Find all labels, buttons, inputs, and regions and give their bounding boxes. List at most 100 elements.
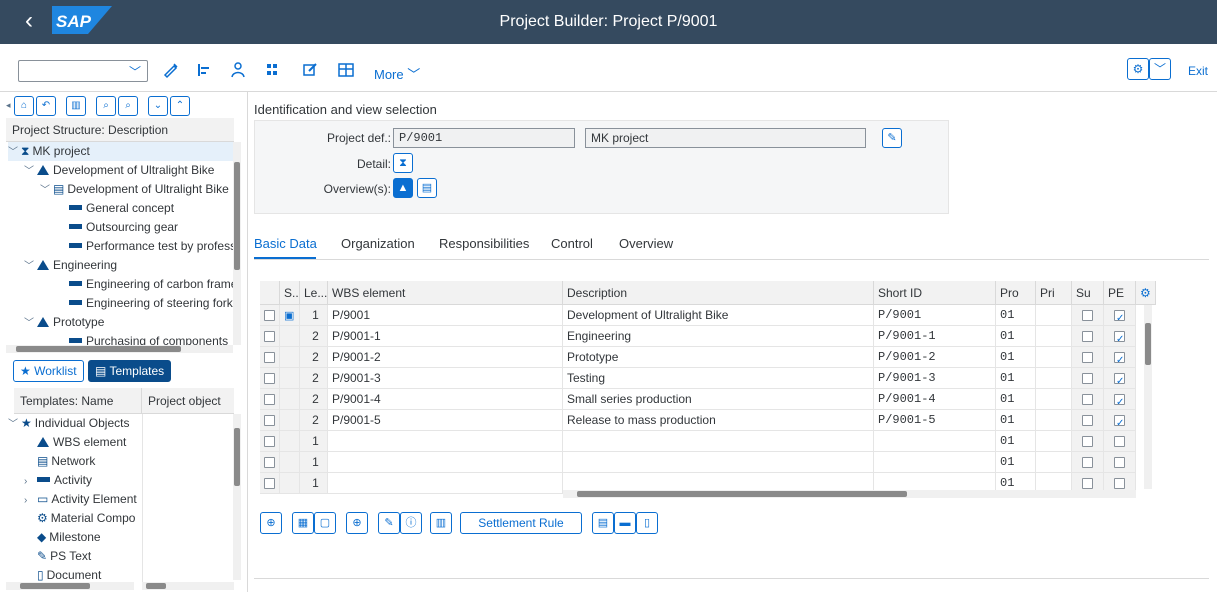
cell-le[interactable]: 2 <box>300 389 328 410</box>
checkbox[interactable] <box>1114 436 1125 447</box>
detail-button[interactable]: ⧗ <box>393 153 413 173</box>
row-select-checkbox[interactable] <box>260 473 280 494</box>
cell-su-checkbox[interactable] <box>1072 452 1104 473</box>
cell-pri[interactable] <box>1036 452 1072 473</box>
templates-hscroll-thumb[interactable] <box>20 583 90 589</box>
checkbox[interactable] <box>264 457 275 468</box>
cell-desc[interactable] <box>563 452 874 473</box>
edit-icon[interactable] <box>162 61 180 79</box>
tree-item[interactable]: ⚙ Material Compo <box>8 509 142 528</box>
table-icon[interactable] <box>337 61 355 79</box>
tree-vertical-scrollbar[interactable] <box>233 142 241 345</box>
cell-le[interactable]: 2 <box>300 326 328 347</box>
cell-short[interactable]: P/9001 <box>874 305 996 326</box>
cell-wbs[interactable]: P/9001-2 <box>328 347 563 368</box>
tree-item[interactable]: Performance test by professi <box>8 237 233 256</box>
cell-su-checkbox[interactable] <box>1072 368 1104 389</box>
cell-desc[interactable]: Prototype <box>563 347 874 368</box>
command-select[interactable]: ﹀ <box>18 60 148 82</box>
row-select-checkbox[interactable] <box>260 305 280 326</box>
cell-pe-checkbox[interactable] <box>1104 410 1136 431</box>
checkbox[interactable] <box>1114 371 1125 388</box>
cell-status[interactable] <box>280 410 300 431</box>
cell-le[interactable]: 1 <box>300 452 328 473</box>
cell-status[interactable] <box>280 452 300 473</box>
tree-hscroll-thumb[interactable] <box>16 346 181 352</box>
col-header-description[interactable]: Description <box>563 281 874 305</box>
expand-toggle-icon[interactable]: › <box>24 472 34 490</box>
exit-button[interactable]: Exit <box>1188 64 1208 78</box>
cell-pri[interactable] <box>1036 431 1072 452</box>
checkbox[interactable] <box>1082 352 1093 363</box>
tree-item[interactable]: ✎ PS Text <box>8 547 142 566</box>
checkbox[interactable] <box>264 310 275 321</box>
cell-status[interactable] <box>280 368 300 389</box>
cell-pri[interactable] <box>1036 389 1072 410</box>
more-menu[interactable]: More ﹀ <box>374 64 420 83</box>
checkbox[interactable] <box>1082 331 1093 342</box>
checkbox[interactable] <box>264 478 275 489</box>
org-chart-icon[interactable] <box>229 61 247 79</box>
cell-pe-checkbox[interactable] <box>1104 452 1136 473</box>
tree-item[interactable]: General concept <box>8 199 233 218</box>
tab-basic-data[interactable]: Basic Data <box>254 236 317 251</box>
expand-toggle-icon[interactable]: › <box>24 491 34 509</box>
cell-le[interactable]: 2 <box>300 347 328 368</box>
cell-le[interactable]: 1 <box>300 305 328 326</box>
tab-responsibilities[interactable]: Responsibilities <box>439 236 529 251</box>
checkbox[interactable] <box>1114 457 1125 468</box>
zoom-button[interactable]: ⊕ <box>260 512 282 534</box>
col-header-wbs[interactable]: WBS element <box>328 281 563 305</box>
expand-toggle-icon[interactable]: ﹀ <box>24 162 34 180</box>
wbs-overview-button[interactable]: ▲ <box>393 178 413 198</box>
cell-wbs[interactable]: P/9001-3 <box>328 368 563 389</box>
checkbox[interactable] <box>264 436 275 447</box>
back-button[interactable]: ‹ <box>14 7 44 37</box>
document-button[interactable]: ▯ <box>636 512 658 534</box>
cell-short[interactable]: P/9001-4 <box>874 389 996 410</box>
cell-desc[interactable]: Engineering <box>563 326 874 347</box>
col-header-su[interactable]: Su <box>1072 281 1104 305</box>
checkbox[interactable] <box>1082 310 1093 321</box>
checkbox[interactable] <box>1082 436 1093 447</box>
collapse-left-icon[interactable]: ◂ <box>6 100 11 111</box>
cell-pe-checkbox[interactable] <box>1104 389 1136 410</box>
row-select-checkbox[interactable] <box>260 431 280 452</box>
cell-le[interactable]: 2 <box>300 368 328 389</box>
col-header-short-id[interactable]: Short ID <box>874 281 996 305</box>
select-header[interactable] <box>260 281 280 305</box>
cell-desc[interactable]: Development of Ultralight Bike <box>563 305 874 326</box>
checkbox[interactable] <box>1082 457 1093 468</box>
options-dropdown-button[interactable]: ﹀ <box>1149 58 1171 80</box>
write-icon[interactable] <box>301 61 319 79</box>
cell-pri[interactable] <box>1036 410 1072 431</box>
cell-su-checkbox[interactable] <box>1072 326 1104 347</box>
delete-row-button[interactable]: ▥ <box>430 512 452 534</box>
cell-short[interactable]: P/9001-2 <box>874 347 996 368</box>
cell-le[interactable]: 1 <box>300 431 328 452</box>
row-select-checkbox[interactable] <box>260 410 280 431</box>
row-select-checkbox[interactable] <box>260 452 280 473</box>
network-button[interactable]: ▤ <box>592 512 614 534</box>
cell-status[interactable] <box>280 431 300 452</box>
templates-scroll-thumb[interactable] <box>234 428 240 486</box>
align-icon[interactable] <box>195 61 213 79</box>
cell-status[interactable] <box>280 326 300 347</box>
expand-toggle-icon[interactable]: ﹀ <box>8 143 18 161</box>
expand-toggle-icon[interactable]: ﹀ <box>40 181 50 199</box>
back-nav-button[interactable]: ↶ <box>36 96 56 116</box>
cell-wbs[interactable]: P/9001-5 <box>328 410 563 431</box>
row-select-checkbox[interactable] <box>260 326 280 347</box>
cell-status[interactable] <box>280 389 300 410</box>
cell-wbs[interactable] <box>328 431 563 452</box>
tree-item[interactable]: Engineering of steering fork <box>8 294 233 313</box>
table-vertical-scrollbar[interactable] <box>1144 305 1152 489</box>
row-select-checkbox[interactable] <box>260 389 280 410</box>
home-button[interactable]: ⌂ <box>14 96 34 116</box>
templates-button[interactable]: ▤ Templates <box>88 360 172 382</box>
cell-pri[interactable] <box>1036 326 1072 347</box>
cell-pro[interactable]: 01 <box>996 431 1036 452</box>
collapse-all-button[interactable]: ⌃ <box>170 96 190 116</box>
tree-item[interactable]: › Activity <box>8 471 142 490</box>
network-overview-button[interactable]: ▤ <box>417 178 437 198</box>
